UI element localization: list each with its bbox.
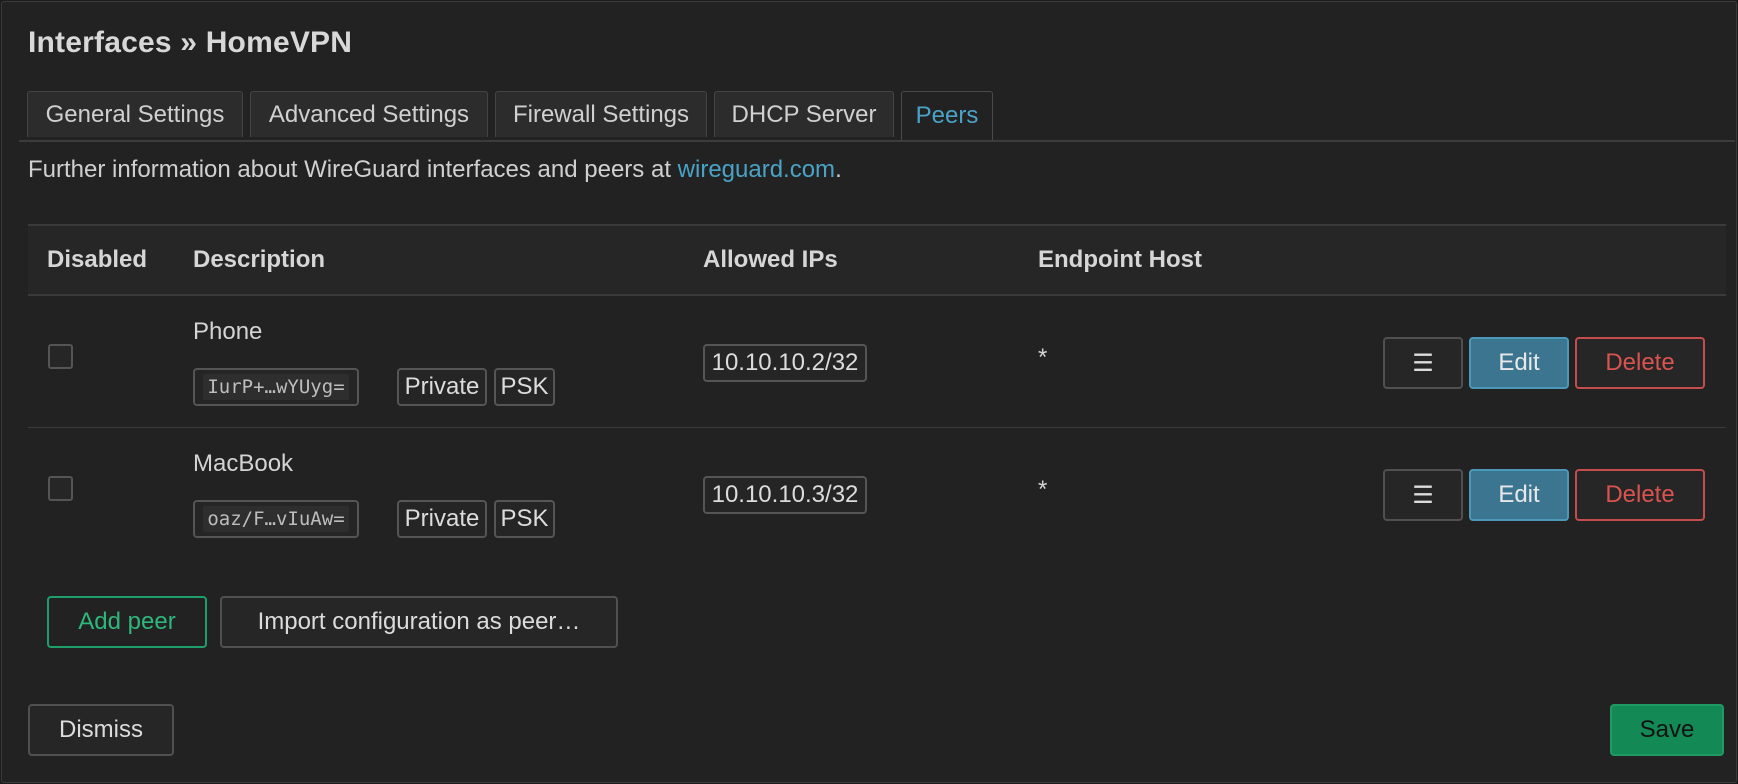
hamburger-icon: ☰ (1412, 349, 1434, 377)
edit-button[interactable]: Edit (1469, 337, 1569, 389)
tab-bar: General Settings Advanced Settings Firew… (19, 91, 1735, 142)
info-suffix: . (835, 156, 842, 183)
dismiss-button[interactable]: Dismiss (28, 704, 174, 756)
hamburger-icon: ☰ (1412, 481, 1434, 509)
public-key-badge: IurP+…wYUyg= (193, 368, 359, 406)
tab-advanced-settings[interactable]: Advanced Settings (250, 91, 488, 137)
peer-description: MacBook (193, 450, 294, 477)
info-prefix: Further information about WireGuard inte… (28, 156, 678, 183)
table-row: MacBook oaz/F…vIuAw= Private PSK 10.10.1… (28, 428, 1726, 560)
endpoint-host: * (1038, 344, 1048, 371)
psk-badge: PSK (494, 500, 555, 538)
menu-button[interactable]: ☰ (1383, 469, 1463, 521)
edit-button[interactable]: Edit (1469, 469, 1569, 521)
allowed-ips-badge: 10.10.10.3/32 (703, 476, 867, 514)
delete-button[interactable]: Delete (1575, 337, 1705, 389)
tab-firewall-settings[interactable]: Firewall Settings (495, 91, 707, 137)
delete-button[interactable]: Delete (1575, 469, 1705, 521)
table-row: Phone IurP+…wYUyg= Private PSK 10.10.10.… (28, 296, 1726, 428)
column-header-allowed-ips: Allowed IPs (703, 246, 838, 273)
public-key-value: IurP+…wYUyg= (203, 374, 349, 400)
column-header-endpoint-host: Endpoint Host (1038, 246, 1202, 273)
modal-panel: Interfaces » HomeVPN General Settings Ad… (1, 1, 1737, 783)
page-title: Interfaces » HomeVPN (28, 26, 353, 59)
column-header-disabled: Disabled (47, 246, 148, 273)
add-peer-button[interactable]: Add peer (47, 596, 207, 648)
menu-button[interactable]: ☰ (1383, 337, 1463, 389)
private-key-badge: Private (397, 500, 487, 538)
peer-description: Phone (193, 318, 263, 345)
disabled-checkbox[interactable] (48, 476, 73, 501)
public-key-value: oaz/F…vIuAw= (203, 506, 349, 532)
disabled-checkbox[interactable] (48, 344, 73, 369)
public-key-badge: oaz/F…vIuAw= (193, 500, 359, 538)
wireguard-link[interactable]: wireguard.com (678, 156, 835, 183)
tab-general-settings[interactable]: General Settings (27, 91, 243, 137)
endpoint-host: * (1038, 476, 1048, 503)
info-text: Further information about WireGuard inte… (28, 156, 842, 184)
table-header: Disabled Description Allowed IPs Endpoin… (28, 224, 1726, 296)
allowed-ips-badge: 10.10.10.2/32 (703, 344, 867, 382)
tab-dhcp-server[interactable]: DHCP Server (714, 91, 894, 137)
psk-badge: PSK (494, 368, 555, 406)
save-button[interactable]: Save (1610, 704, 1724, 756)
import-peer-button[interactable]: Import configuration as peer… (220, 596, 618, 648)
column-header-description: Description (193, 246, 326, 273)
tab-peers[interactable]: Peers (901, 91, 993, 140)
private-key-badge: Private (397, 368, 487, 406)
